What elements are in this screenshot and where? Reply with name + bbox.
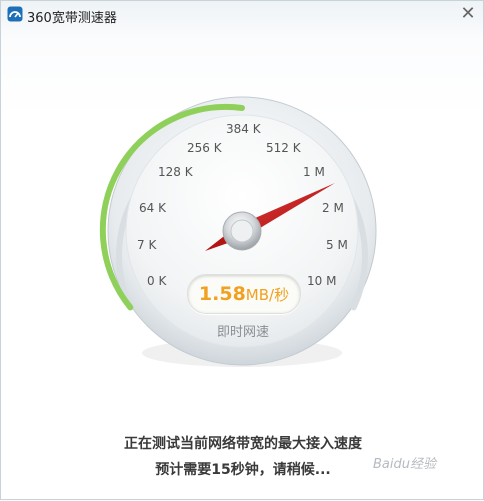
scale-label-384k: 384 K [226, 122, 262, 136]
baidu-watermark: Baidu经验 [373, 457, 436, 472]
speed-test-window: 360宽带测速器 ✕ 0 K 7 K 64 K 128 K 256 K 384 … [0, 0, 484, 500]
scale-label-0k: 0 K [147, 274, 167, 288]
current-speed-display: 1.58MB/秒 [187, 274, 301, 314]
scale-label-128k: 128 K [158, 165, 194, 179]
instant-speed-caption: 即时网速 [216, 325, 269, 340]
speedometer-gauge: 0 K 7 K 64 K 128 K 256 K 384 K 512 K 1 M… [99, 96, 377, 367]
scale-label-1m: 1 M [303, 165, 325, 179]
scale-label-512k: 512 K [266, 141, 302, 155]
scale-label-64k: 64 K [139, 201, 167, 215]
current-speed-value: 1.58 [198, 283, 246, 305]
scale-label-256k: 256 K [187, 141, 223, 155]
scale-label-7k: 7 K [137, 238, 157, 252]
scale-label-2m: 2 M [322, 201, 344, 215]
status-message: 正在测试当前网络带宽的最大接入速度 [124, 436, 362, 452]
needle-hub-cap [230, 219, 254, 243]
scale-label-5m: 5 M [326, 238, 348, 252]
current-speed-unit: MB/秒 [245, 286, 290, 304]
scale-label-10m: 10 M [307, 274, 336, 288]
